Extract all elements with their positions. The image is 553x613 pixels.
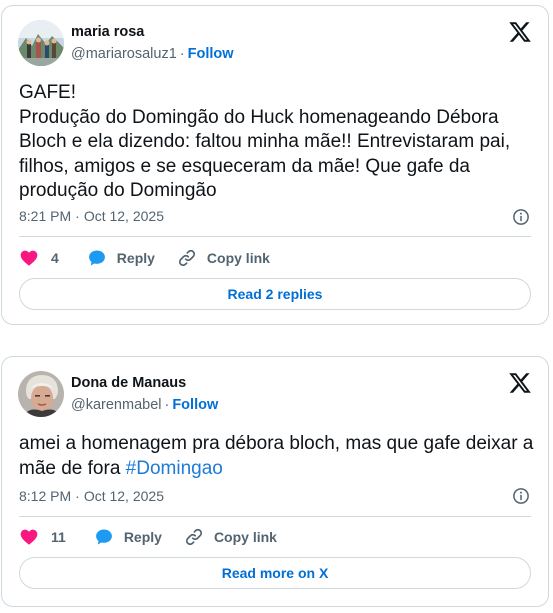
x-logo-icon[interactable] <box>508 371 532 395</box>
heart-icon <box>20 250 38 266</box>
tweet-card: Dona de Manaus @karenmabel · Follow amei a… <box>1 356 549 607</box>
tweet-time: 8:12 PM <box>19 488 72 504</box>
reply-button[interactable]: Reply <box>94 527 162 547</box>
author-handle-row: @mariarosaluz1 · Follow <box>71 46 234 62</box>
divider <box>19 236 531 237</box>
hashtag-link[interactable]: #Domingao <box>126 458 223 479</box>
author-handle[interactable]: @mariarosaluz1 <box>71 46 177 62</box>
tweet-timestamp[interactable]: 8:12 PM · Oct 12, 2025 <box>19 488 164 504</box>
separator: · <box>164 397 170 413</box>
tweet-date: Oct 12, 2025 <box>83 208 164 224</box>
separator: · <box>179 46 185 62</box>
like-count: 11 <box>51 529 66 545</box>
tweet-time: 8:21 PM <box>19 208 72 224</box>
author-handle-row: @karenmabel · Follow <box>71 397 218 413</box>
author-handle[interactable]: @karenmabel <box>71 397 161 413</box>
follow-button[interactable]: Follow <box>172 397 218 413</box>
divider <box>19 516 531 517</box>
reply-label: Reply <box>116 250 155 266</box>
link-icon <box>178 249 195 267</box>
follow-button[interactable]: Follow <box>188 46 234 62</box>
like-button[interactable]: 4 <box>19 248 59 268</box>
tweet-actions: 11 Reply Copy link <box>19 527 277 547</box>
tweet-actions: 4 Reply Copy link <box>19 248 270 268</box>
copy-link-label: Copy link <box>206 250 270 266</box>
copy-link-button[interactable]: Copy link <box>184 527 277 547</box>
avatar[interactable] <box>18 20 64 66</box>
speech-bubble-icon <box>95 529 112 545</box>
x-logo-icon[interactable] <box>508 20 532 44</box>
tweet-timestamp[interactable]: 8:21 PM · Oct 12, 2025 <box>19 208 164 224</box>
info-icon[interactable] <box>512 208 530 226</box>
like-count: 4 <box>51 250 59 266</box>
tweet-date: Oct 12, 2025 <box>83 488 164 504</box>
reply-button[interactable]: Reply <box>87 248 155 268</box>
author-name[interactable]: maria rosa <box>71 24 144 40</box>
heart-icon <box>20 529 38 545</box>
tweet-card: maria rosa @mariarosaluz1 · Follow GAFE! P… <box>1 5 549 325</box>
like-button[interactable]: 11 <box>19 527 66 547</box>
copy-link-label: Copy link <box>213 529 277 545</box>
tweet-text: amei a homenagem pra débora bloch, mas q… <box>19 432 539 481</box>
info-icon[interactable] <box>512 487 530 505</box>
tweet-text-main: amei a homenagem pra débora bloch, mas q… <box>19 433 534 479</box>
link-icon <box>185 528 202 546</box>
avatar[interactable] <box>18 371 64 417</box>
copy-link-button[interactable]: Copy link <box>177 248 270 268</box>
tweet-text: GAFE! Produção do Domingão do Huck homen… <box>19 82 511 201</box>
author-name[interactable]: Dona de Manaus <box>71 375 186 391</box>
separator: · <box>75 488 80 504</box>
separator: · <box>75 208 80 224</box>
reply-label: Reply <box>123 529 162 545</box>
read-replies-button[interactable]: Read 2 replies <box>19 278 531 310</box>
speech-bubble-icon <box>88 250 105 266</box>
read-more-button[interactable]: Read more on X <box>19 557 531 589</box>
